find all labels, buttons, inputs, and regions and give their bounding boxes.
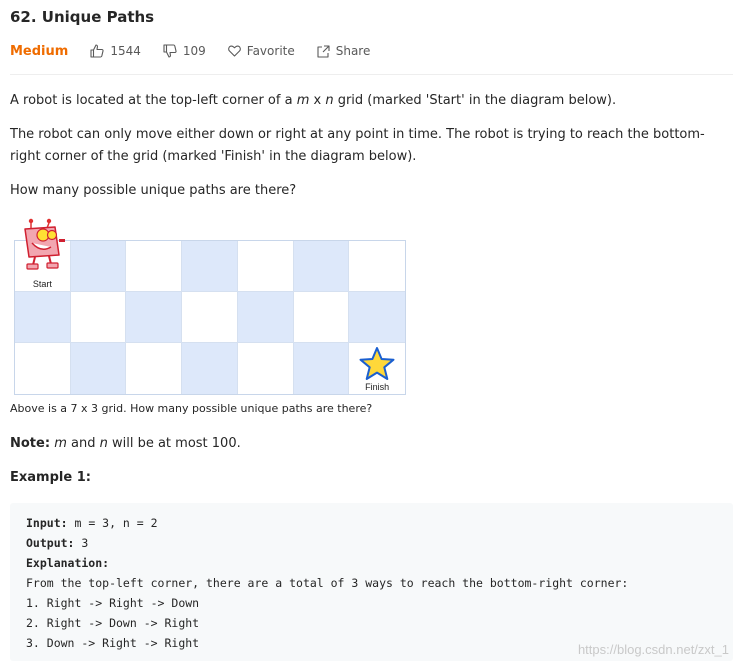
grid-cell bbox=[293, 343, 350, 394]
grid-cell bbox=[349, 292, 405, 343]
heart-icon bbox=[227, 45, 241, 57]
grid-diagram: Start Finish bbox=[14, 218, 406, 395]
grid-cell bbox=[15, 343, 71, 394]
grid-cell bbox=[70, 343, 127, 394]
favorite-label: Favorite bbox=[246, 44, 295, 58]
difficulty-badge: Medium bbox=[10, 43, 69, 59]
example-line: 1. Right -> Right -> Down bbox=[26, 596, 200, 610]
description-paragraph-3: How many possible unique paths are there… bbox=[10, 183, 297, 198]
header-divider bbox=[10, 74, 733, 75]
grid-cell bbox=[237, 241, 294, 292]
problem-meta-bar: Medium 1544 109 Favorite Share bbox=[10, 43, 392, 59]
share-icon bbox=[317, 44, 330, 58]
example-heading: Example 1: bbox=[10, 470, 91, 485]
grid-cell bbox=[182, 292, 238, 343]
description-paragraph-1: A robot is located at the top-left corne… bbox=[10, 93, 617, 108]
grid-cell bbox=[293, 292, 350, 343]
thumbs-up-icon bbox=[90, 44, 104, 58]
grid-cell-start: Start bbox=[15, 218, 71, 292]
share-button[interactable]: Share bbox=[317, 44, 371, 58]
grid-cell bbox=[293, 241, 350, 292]
start-label: Start bbox=[32, 279, 52, 289]
share-label: Share bbox=[335, 44, 371, 58]
watermark-text: https://blog.csdn.net/zxt_1 bbox=[577, 642, 729, 657]
finish-label: Finish bbox=[365, 382, 390, 392]
grid-cell bbox=[70, 292, 127, 343]
grid-cell bbox=[182, 343, 238, 394]
grid-cell bbox=[349, 241, 405, 292]
grid-cell bbox=[237, 292, 294, 343]
problem-title: 62. Unique Paths bbox=[10, 8, 155, 26]
dislike-button[interactable]: 109 bbox=[163, 44, 206, 58]
star-icon bbox=[359, 347, 395, 380]
grid-cell bbox=[126, 343, 183, 394]
grid-cell-finish: Finish bbox=[349, 343, 405, 394]
grid-cell bbox=[70, 241, 127, 292]
grid-cell bbox=[237, 343, 294, 394]
description-paragraph-2: The robot can only move either down or r… bbox=[10, 127, 705, 164]
diagram-caption: Above is a 7 x 3 grid. How many possible… bbox=[10, 402, 373, 415]
grid-cell bbox=[126, 292, 183, 343]
note-paragraph: Note: m and n will be at most 100. bbox=[10, 436, 241, 451]
example-explanation-line: Explanation: bbox=[26, 556, 110, 570]
grid-cell bbox=[126, 241, 183, 292]
example-line: 2. Right -> Down -> Right bbox=[26, 616, 200, 630]
grid-cell bbox=[15, 292, 71, 343]
thumbs-down-icon bbox=[163, 44, 177, 58]
favorite-button[interactable]: Favorite bbox=[227, 44, 295, 58]
example-output-line: Output: 3 bbox=[26, 536, 89, 550]
grid-cell bbox=[182, 241, 238, 292]
like-button[interactable]: 1544 bbox=[90, 44, 141, 58]
dislike-count: 109 bbox=[182, 44, 206, 58]
example-input-line: Input: m = 3, n = 2 bbox=[26, 516, 158, 530]
like-count: 1544 bbox=[110, 44, 141, 58]
example-code-block: Input: m = 3, n = 2 Output: 3 Explanation:… bbox=[10, 503, 733, 661]
example-line: From the top-left corner, there are a to… bbox=[26, 576, 629, 590]
robot-icon bbox=[24, 218, 65, 270]
